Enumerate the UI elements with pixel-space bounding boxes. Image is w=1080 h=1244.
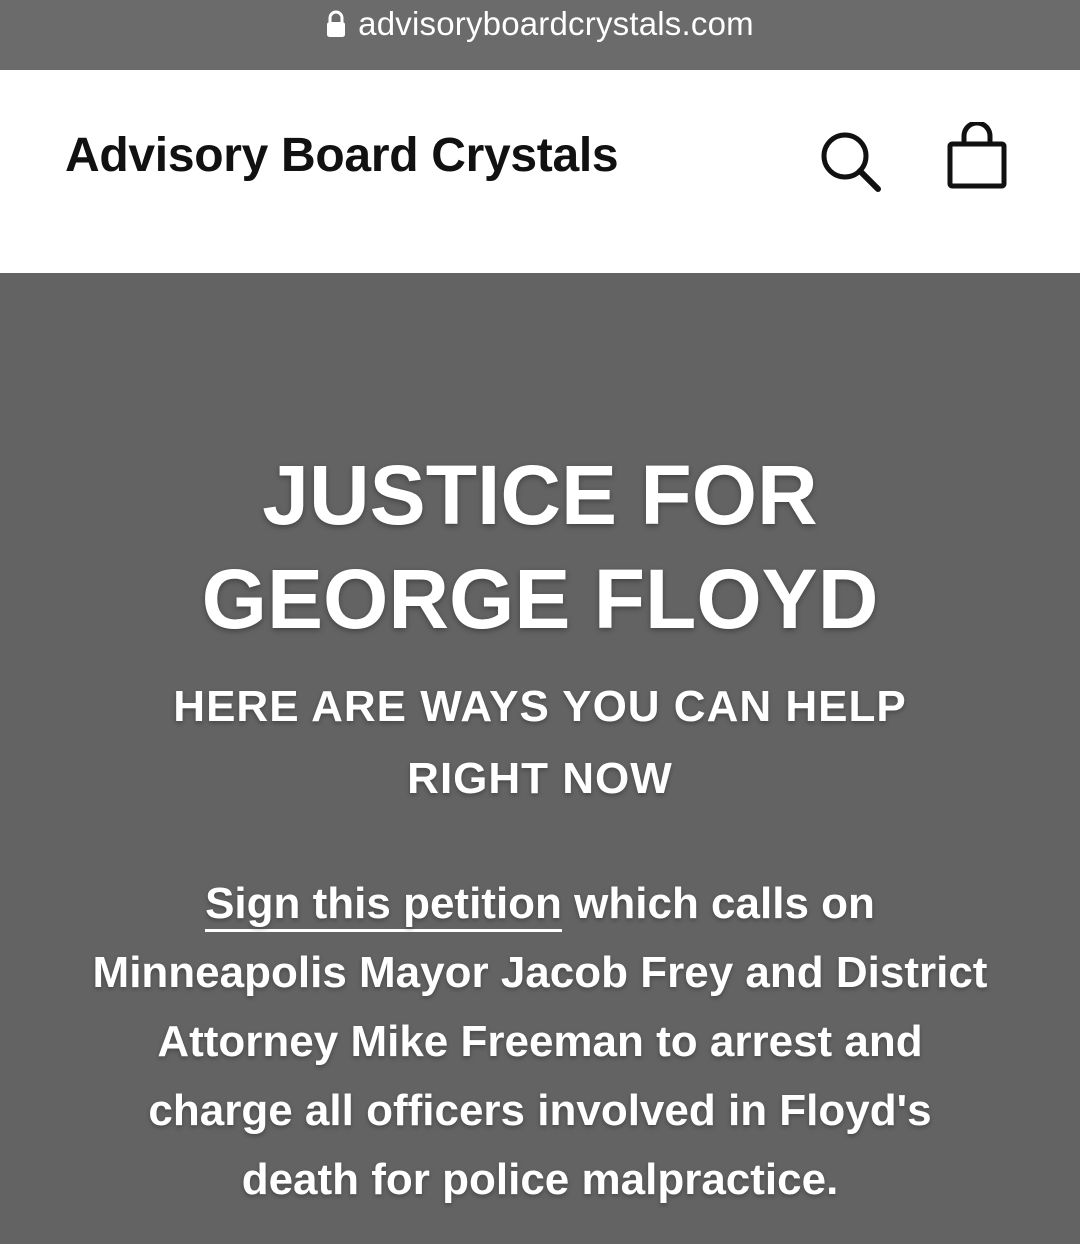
hero-subtitle-line-1: HERE ARE WAYS YOU CAN HELP — [173, 682, 907, 731]
shopping-bag-icon[interactable] — [944, 120, 1010, 194]
hero-section: JUSTICE FOR GEORGE FLOYD HERE ARE WAYS Y… — [0, 273, 1080, 1244]
body-line-4: charge all officers involved in Floyd's — [148, 1086, 932, 1135]
lock-icon — [326, 10, 346, 38]
site-header: Advisory Board Crystals — [0, 70, 1080, 273]
hero-body-text: Sign this petition which calls on Minnea… — [40, 869, 1040, 1214]
body-line-2: Minneapolis Mayor Jacob Frey and Distric… — [92, 948, 988, 997]
hero-title: JUSTICE FOR GEORGE FLOYD — [0, 443, 1080, 651]
petition-link[interactable]: Sign this petition — [205, 879, 562, 932]
search-icon[interactable] — [817, 128, 883, 194]
body-line-5: death for police malpractice. — [241, 1155, 839, 1204]
site-title[interactable]: Advisory Board Crystals — [65, 128, 619, 183]
hero-title-line-1: JUSTICE FOR — [262, 448, 818, 542]
body-line-1-rest: which calls on — [561, 879, 875, 928]
body-line-3: Attorney Mike Freeman to arrest and — [157, 1017, 923, 1066]
browser-address-bar[interactable]: advisoryboardcrystals.com — [0, 0, 1080, 70]
hero-title-line-2: GEORGE FLOYD — [201, 552, 879, 646]
url-container: advisoryboardcrystals.com — [326, 5, 754, 43]
hero-subtitle-line-2: RIGHT NOW — [407, 754, 673, 803]
hero-subtitle: HERE ARE WAYS YOU CAN HELP RIGHT NOW — [0, 671, 1080, 815]
url-text[interactable]: advisoryboardcrystals.com — [358, 5, 754, 43]
